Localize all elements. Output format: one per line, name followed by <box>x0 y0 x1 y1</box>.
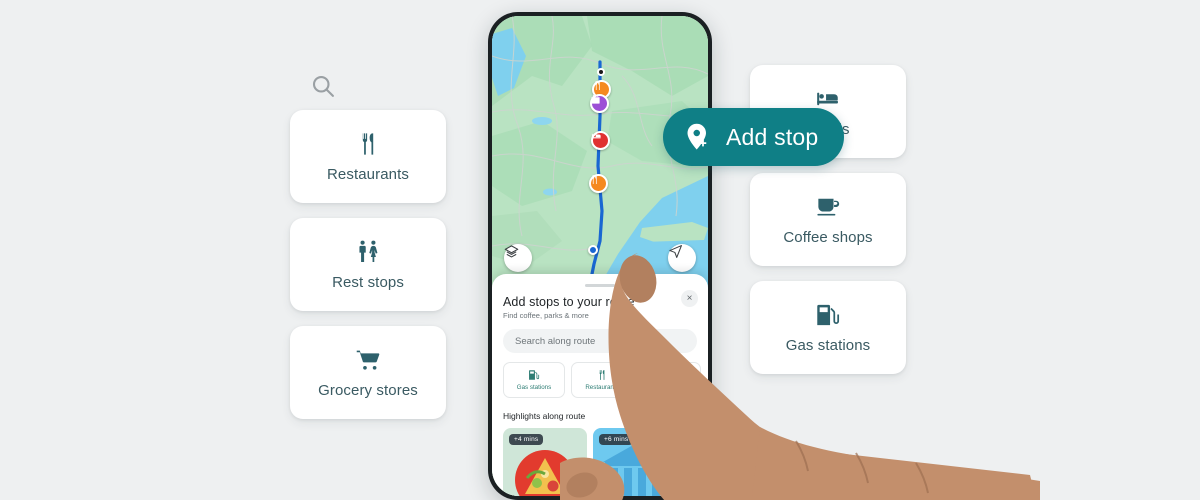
add-stop-label: Add stop <box>726 123 819 150</box>
restaurant-icon <box>596 369 608 381</box>
category-card-gas-stations[interactable]: Gas stations <box>750 281 906 374</box>
category-card-restaurants[interactable]: Restaurants <box>290 110 446 203</box>
map-marker-shopping[interactable] <box>590 94 609 113</box>
map-layers-button[interactable] <box>504 244 532 272</box>
highlight-badge: +6 mins <box>599 434 634 445</box>
sheet-subtitle: Find coffee, parks & more <box>503 311 589 320</box>
category-card-rest-stops[interactable]: Rest stops <box>290 218 446 311</box>
chip-coffee[interactable]: Coffee <box>639 362 701 398</box>
category-card-label: Coffee shops <box>783 228 873 246</box>
category-card-grocery-stores[interactable]: Grocery stores <box>290 326 446 419</box>
phone-screen: × Add stops to your route Find coffee, p… <box>492 16 708 496</box>
category-chip-row: Gas stations Restaurants Coffee <box>503 362 701 398</box>
sheet-drag-handle[interactable] <box>585 284 615 287</box>
category-card-coffee-shops[interactable]: Coffee shops <box>750 173 906 266</box>
highlight-card-museum[interactable]: +6 mins <box>593 428 677 496</box>
sheet-title: Add stops to your route <box>503 295 635 309</box>
phone-mockup: × Add stops to your route Find coffee, p… <box>488 12 712 500</box>
map-navigate-button[interactable] <box>668 244 696 272</box>
restroom-icon <box>355 239 381 265</box>
map-origin-dot <box>588 245 598 255</box>
coffee-cup-icon <box>664 369 676 381</box>
highlight-card-food[interactable]: +4 mins <box>503 428 587 496</box>
shopping-cart-icon <box>355 347 381 373</box>
chip-gas-stations[interactable]: Gas stations <box>503 362 565 398</box>
search-along-route-input[interactable]: Search along route <box>503 329 697 353</box>
highlights-row: +4 mins +6 mins +7 m <box>503 428 708 496</box>
navigate-arrow-icon <box>669 245 682 258</box>
highlight-badge: +7 mins <box>689 434 708 445</box>
map-marker-restaurant-2[interactable] <box>589 174 608 193</box>
gas-pump-icon <box>528 369 540 381</box>
map-marker-hotel[interactable] <box>591 131 610 150</box>
highlights-title: Highlights along route <box>503 411 586 421</box>
layers-icon <box>504 245 519 258</box>
search-icon[interactable] <box>309 72 337 100</box>
add-location-pin-icon <box>683 122 713 152</box>
highlight-badge: +4 mins <box>509 434 544 445</box>
sheet-close-button[interactable]: × <box>681 290 698 307</box>
coffee-cup-icon <box>815 194 841 220</box>
chip-label: Restaurants <box>585 384 619 391</box>
category-card-label: Rest stops <box>332 273 404 291</box>
highlight-card-third[interactable]: +7 mins <box>683 428 708 496</box>
chip-label: Gas stations <box>516 384 552 391</box>
restaurant-icon <box>355 131 381 157</box>
page-root: Restaurants Rest stops Grocery stores Co… <box>0 0 1200 500</box>
chip-restaurants[interactable]: Restaurants <box>571 362 633 398</box>
route-destination-dot <box>597 68 605 76</box>
category-card-label: Grocery stores <box>318 381 418 399</box>
category-card-label: Gas stations <box>785 336 871 354</box>
bottom-sheet: × Add stops to your route Find coffee, p… <box>492 274 708 496</box>
add-stop-button[interactable]: Add stop <box>663 108 845 166</box>
category-card-label: Restaurants <box>327 165 409 183</box>
gas-pump-icon <box>815 302 841 328</box>
chip-label: Coffee <box>660 384 680 391</box>
